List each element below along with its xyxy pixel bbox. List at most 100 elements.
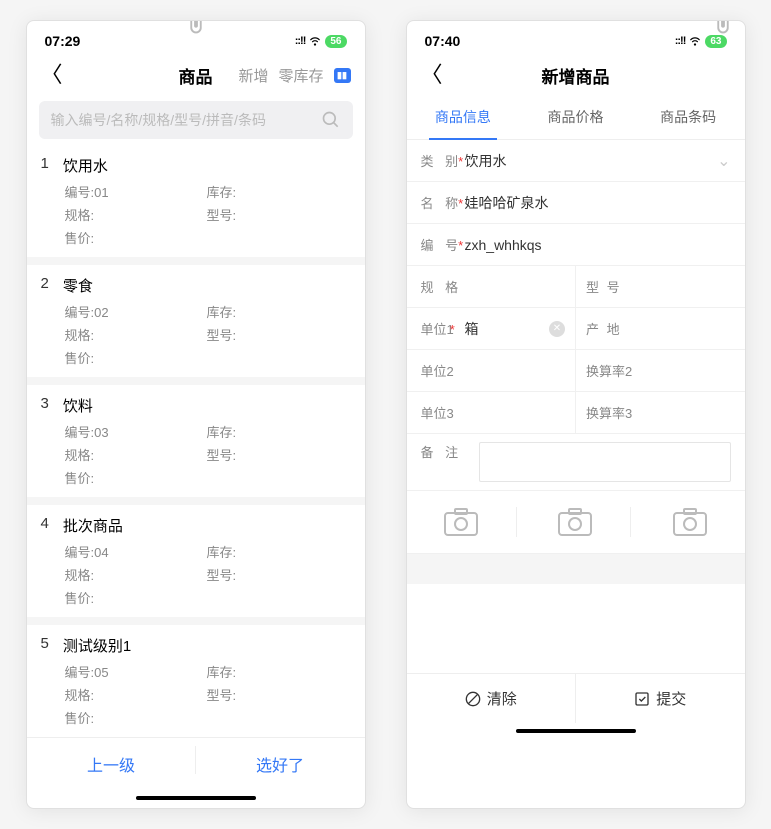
header: 〈 新增商品 <box>407 55 745 95</box>
label-origin: 产 地 <box>576 319 624 338</box>
clear-icon <box>465 691 481 707</box>
item-index: 3 <box>41 395 49 416</box>
field-unit3[interactable]: 单位3 <box>407 392 577 434</box>
label-spec: 规 格 <box>407 277 465 296</box>
status-time: 07:40 <box>425 33 461 49</box>
list-item[interactable]: 2零食编号:02库存:规格:型号:售价: <box>27 265 365 385</box>
label-remark: 备 注 <box>421 442 471 461</box>
field-code[interactable]: 编 号* zxh_whhkqs <box>407 224 745 266</box>
chevron-down-icon: ⌄ <box>717 151 744 171</box>
header-action-zerostock[interactable]: 零库存 <box>278 65 323 86</box>
bottom-bar: 上一级 选好了 <box>27 737 365 790</box>
field-remark: 备 注 <box>407 434 745 491</box>
item-name: 测试级别1 <box>63 635 131 656</box>
wifi-icon <box>688 34 702 48</box>
list-item[interactable]: 4批次商品编号:04库存:规格:型号:售价: <box>27 505 365 625</box>
item-price: 售价: <box>65 588 349 607</box>
photo-slot-3[interactable] <box>635 507 744 537</box>
search-input[interactable] <box>51 112 321 128</box>
field-rate2[interactable]: 换算率2 <box>576 350 745 392</box>
header: 〈 商品 新增 零库存 ▮▮ <box>27 55 365 95</box>
item-index: 1 <box>41 155 49 176</box>
item-price: 售价: <box>65 228 349 247</box>
prev-level-button[interactable]: 上一级 <box>27 752 196 776</box>
item-code: 编号:01 <box>65 182 207 201</box>
item-stock: 库存: <box>207 302 349 321</box>
label-name: 名 称* <box>407 193 465 212</box>
battery-indicator: 56 <box>325 35 346 48</box>
list-item[interactable]: 1 饮用水编号:01库存:规格:型号: 售价: <box>27 145 365 265</box>
item-spec: 规格: <box>65 445 207 464</box>
item-name: 饮用水 <box>63 155 108 176</box>
remark-textarea[interactable] <box>479 442 731 482</box>
page-title: 商品 <box>179 63 213 88</box>
field-category[interactable]: 类 别* 饮用水 ⌄ <box>407 140 745 182</box>
field-model[interactable]: 型 号 <box>576 266 745 308</box>
page-title: 新增商品 <box>542 63 610 88</box>
field-origin[interactable]: 产 地 <box>576 308 745 350</box>
header-action-add[interactable]: 新增 <box>238 65 268 86</box>
clear-button[interactable]: 清除 <box>407 674 577 723</box>
item-code: 编号:04 <box>65 542 207 561</box>
item-model: 型号: <box>207 325 349 344</box>
signal-icon: ::!! <box>295 35 306 47</box>
value-name: 娃哈哈矿泉水 <box>465 193 745 213</box>
home-indicator <box>516 729 636 733</box>
label-unit1: 单位1* <box>407 319 465 338</box>
scan-icon[interactable]: ▮▮ <box>334 68 351 83</box>
value-unit1: 箱 <box>465 319 550 339</box>
tab-product-barcode[interactable]: 商品条码 <box>632 95 745 139</box>
item-model: 型号: <box>207 445 349 464</box>
field-rate3[interactable]: 换算率3 <box>576 392 745 434</box>
paperclip-icon <box>711 20 735 41</box>
item-model: 型号: <box>207 205 349 224</box>
phone-right: 07:40 ::!! 63 〈 新增商品 商品信息 商品价格 商品条码 类 别*… <box>406 20 746 809</box>
camera-icon <box>443 507 479 537</box>
status-time: 07:29 <box>45 33 81 49</box>
photo-slot-2[interactable] <box>521 507 631 537</box>
item-name: 饮料 <box>63 395 93 416</box>
item-code: 编号:05 <box>65 662 207 681</box>
label-rate2: 换算率2 <box>576 361 636 380</box>
list-item[interactable]: 3饮料编号:03库存:规格:型号:售价: <box>27 385 365 505</box>
label-category: 类 别* <box>407 151 465 170</box>
item-model: 型号: <box>207 565 349 584</box>
item-price: 售价: <box>65 348 349 367</box>
phone-left: 07:29 ::!! 56 〈 商品 新增 零库存 ▮▮ 1饮用水编号:01库存… <box>26 20 366 809</box>
submit-button[interactable]: 提交 <box>576 674 745 723</box>
label-model: 型 号 <box>576 277 624 296</box>
label-code: 编 号* <box>407 235 465 254</box>
photo-slot-1[interactable] <box>407 507 517 537</box>
search-icon <box>321 110 341 130</box>
item-model: 型号: <box>207 685 349 704</box>
search-box[interactable] <box>39 101 353 139</box>
item-code: 编号:02 <box>65 302 207 321</box>
item-stock: 库存: <box>207 422 349 441</box>
value-code: zxh_whhkqs <box>465 237 745 253</box>
paperclip-icon <box>184 20 208 41</box>
item-spec: 规格: <box>65 205 207 224</box>
item-spec: 规格: <box>65 565 207 584</box>
back-icon[interactable]: 〈 <box>421 64 443 86</box>
photo-row <box>407 491 745 554</box>
field-unit1[interactable]: 单位1* 箱 ✕ <box>407 308 577 350</box>
list-item[interactable]: 5测试级别1编号:05库存:规格:型号:售价: <box>27 625 365 737</box>
back-icon[interactable]: 〈 <box>41 64 63 86</box>
item-price: 售价: <box>65 468 349 487</box>
clear-icon[interactable]: ✕ <box>549 321 565 337</box>
item-index: 4 <box>41 515 49 536</box>
product-list: 1饮用水编号:01库存:规格:型号:售价:2零食编号:02库存:规格:型号:售价… <box>27 145 365 737</box>
tab-product-info[interactable]: 商品信息 <box>407 95 520 139</box>
field-unit2[interactable]: 单位2 <box>407 350 577 392</box>
item-spec: 规格: <box>65 685 207 704</box>
done-button[interactable]: 选好了 <box>196 752 365 776</box>
item-price: 售价: <box>65 708 349 727</box>
item-stock: 库存: <box>207 182 349 201</box>
field-spec[interactable]: 规 格 <box>407 266 577 308</box>
label-rate3: 换算率3 <box>576 403 636 422</box>
field-name[interactable]: 名 称* 娃哈哈矿泉水 <box>407 182 745 224</box>
status-bar: 07:40 ::!! 63 <box>407 21 745 55</box>
item-stock: 库存: <box>207 542 349 561</box>
camera-icon <box>672 507 708 537</box>
tab-product-price[interactable]: 商品价格 <box>519 95 632 139</box>
